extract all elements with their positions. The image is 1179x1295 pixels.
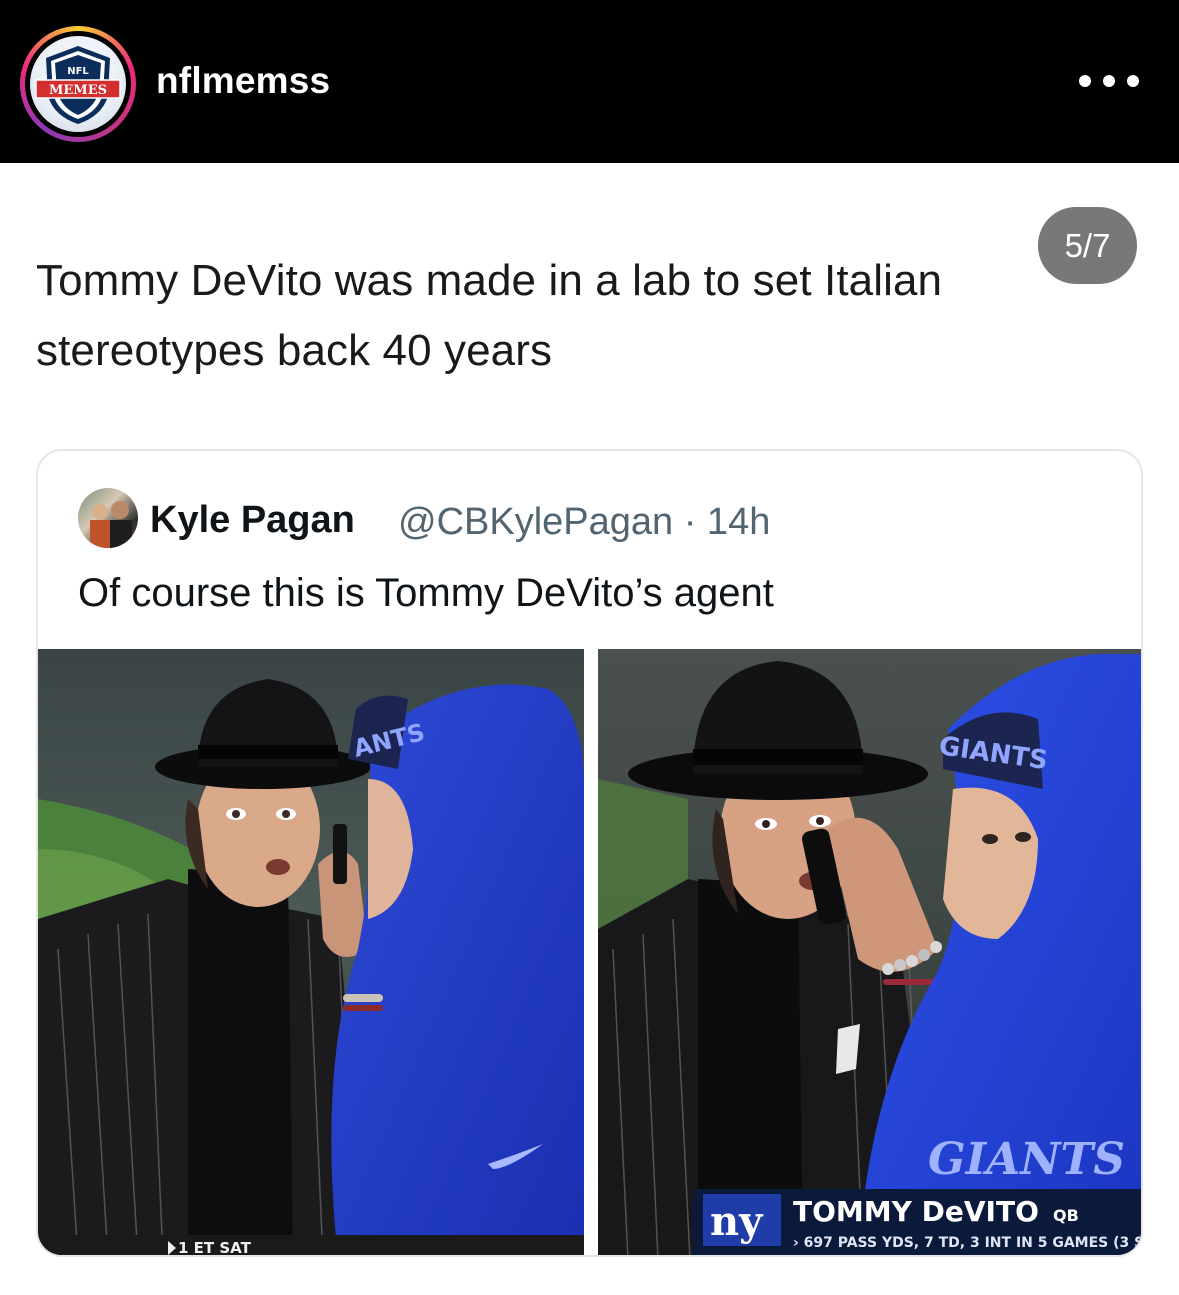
more-horizontal-icon	[1127, 75, 1139, 87]
story-ring[interactable]: NFL MEMES	[20, 26, 136, 142]
avatar-frame: NFL MEMES	[25, 31, 131, 137]
more-options-button[interactable]	[1079, 66, 1139, 96]
tweet-author-name[interactable]: Kyle Pagan	[150, 499, 355, 542]
post-header: NFL MEMES nflmemss	[0, 0, 1179, 163]
right-chest-text: GIANTS	[928, 1134, 1125, 1185]
more-horizontal-icon	[1103, 75, 1115, 87]
left-ticker-text: 1 ET SAT	[178, 1239, 252, 1257]
caption-line: Tommy DeVito was made in a lab to set It…	[36, 256, 943, 305]
tweet-avatar[interactable]	[78, 488, 138, 548]
tweet-photo-right[interactable]: GIANTS GIANTS ny TOMMY DeVITO QB › 697 P…	[598, 649, 1143, 1255]
caption-line: stereotypes back 40 years	[36, 326, 553, 375]
quoted-tweet-card[interactable]: Kyle Pagan @CBKylePagan · 14h Of course …	[36, 449, 1143, 1257]
username[interactable]: nflmemss	[156, 60, 330, 102]
chyron-name: TOMMY DeVITO	[793, 1195, 1039, 1228]
avatar-badge-top: NFL	[67, 66, 89, 77]
tweet-photo-left[interactable]: ANTS 1 ET SAT	[38, 649, 584, 1257]
chyron-logo: ny	[710, 1198, 764, 1245]
slide-counter: 5/7	[1038, 207, 1137, 284]
post-caption: Tommy DeVito was made in a lab to set It…	[36, 246, 1126, 386]
avatar[interactable]: NFL MEMES	[30, 36, 126, 132]
chyron-position: QB	[1053, 1206, 1079, 1225]
tweet-text: Of course this is Tommy DeVito’s agent	[78, 571, 774, 615]
more-horizontal-icon	[1079, 75, 1091, 87]
avatar-photo-icon	[90, 501, 132, 548]
nfl-memes-logo-icon: NFL MEMES	[35, 46, 121, 124]
avatar-badge-text: MEMES	[49, 83, 107, 98]
chyron-stats: › 697 PASS YDS, 7 TD, 3 INT IN 5 GAMES (…	[793, 1235, 1143, 1251]
tweet-author-handle[interactable]: @CBKylePagan · 14h	[398, 501, 770, 544]
